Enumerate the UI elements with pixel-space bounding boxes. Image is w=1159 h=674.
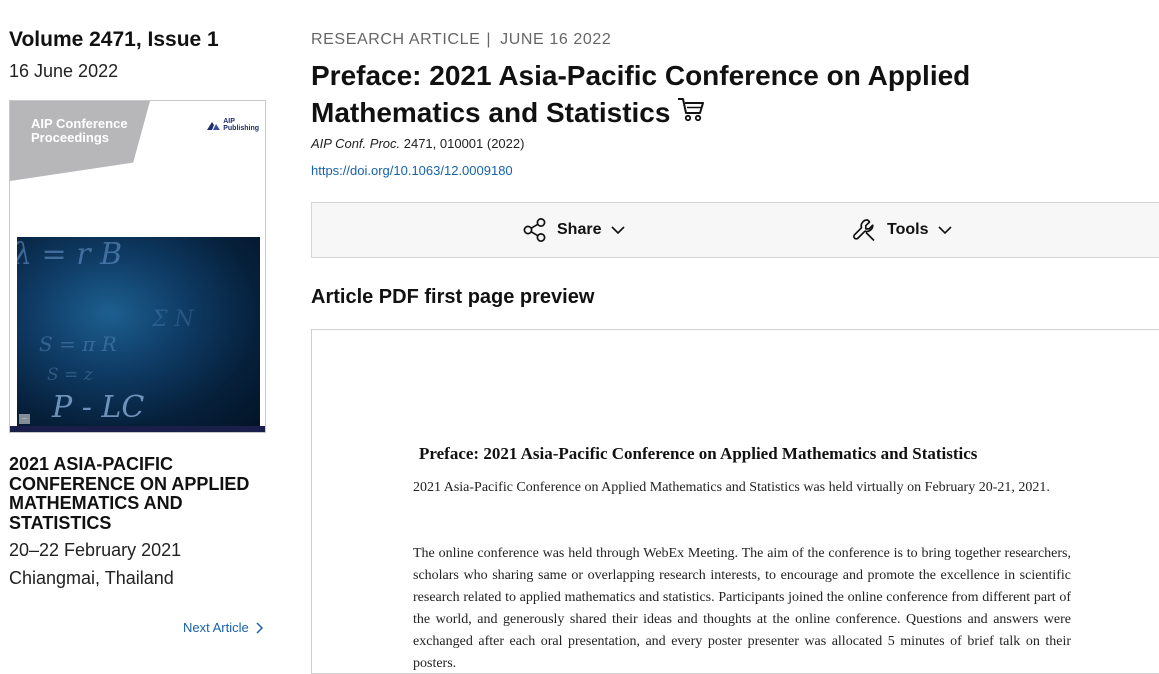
chevron-down-icon: [938, 226, 953, 235]
article-meta: RESEARCH ARTICLE | JUNE 16 2022: [311, 31, 612, 48]
pdf-paragraph: 2021 Asia-Pacific Conference on Applied …: [413, 480, 1050, 495]
article-toolbar: Share Tools: [311, 202, 1159, 258]
chevron-right-icon: [256, 621, 263, 634]
chevron-down-icon: [611, 226, 626, 235]
tools-label: Tools: [887, 221, 929, 238]
article-title: Preface: 2021 Asia-Pacific Conference on…: [311, 60, 971, 128]
publisher-mark-icon: [207, 121, 221, 130]
pdf-title: Preface: 2021 Asia-Pacific Conference on…: [419, 444, 978, 463]
citation-details: 2471, 010001 (2022): [403, 136, 525, 151]
conference-dates: 20–22 February 2021: [9, 540, 182, 560]
share-label: Share: [557, 221, 602, 238]
publisher-logo: AIP Publishing: [207, 118, 259, 132]
share-icon: [523, 218, 546, 242]
issue-title[interactable]: Volume 2471, Issue 1: [9, 28, 219, 52]
article-date: JUNE 16 2022: [500, 31, 612, 48]
next-article-link[interactable]: Next Article: [183, 620, 263, 635]
cover-artwork: λ = r B S = π R S = z Σ N P - LC —: [17, 237, 260, 428]
cover-bottom-bar: [10, 426, 265, 432]
issue-cover-image[interactable]: AIP Conference Proceedings AIP Publishin…: [9, 100, 266, 433]
tools-button[interactable]: Tools: [852, 203, 953, 257]
wrench-icon: [853, 219, 875, 242]
cover-art-formula: P - LC: [52, 390, 145, 425]
doi-link[interactable]: https://doi.org/10.1063/12.0009180: [311, 163, 513, 178]
next-article-label: Next Article: [183, 620, 249, 635]
issue-date: 16 June 2022: [9, 61, 119, 81]
conference-location: Chiangmai, Thailand: [9, 568, 174, 588]
cart-icon[interactable]: [676, 94, 706, 124]
article-type: RESEARCH ARTICLE: [311, 31, 481, 48]
pdf-paragraph: The online conference was held through W…: [413, 546, 1071, 671]
share-button[interactable]: Share: [522, 203, 626, 257]
pdf-preview-frame[interactable]: Preface: 2021 Asia-Pacific Conference on…: [311, 329, 1159, 674]
cover-series-name: AIP Conference Proceedings: [31, 116, 128, 145]
article-citation: AIP Conf. Proc. 2471, 010001 (2022): [311, 136, 524, 151]
article-main: RESEARCH ARTICLE | JUNE 16 2022 Preface: 2…: [311, 0, 1159, 674]
pdf-preview-heading: Article PDF first page preview: [311, 286, 595, 308]
cover-caption: —: [19, 414, 30, 424]
journal-name: AIP Conf. Proc.: [311, 136, 401, 151]
conference-title: 2021 ASIA-PACIFIC CONFERENCE ON APPLIED …: [9, 454, 250, 533]
